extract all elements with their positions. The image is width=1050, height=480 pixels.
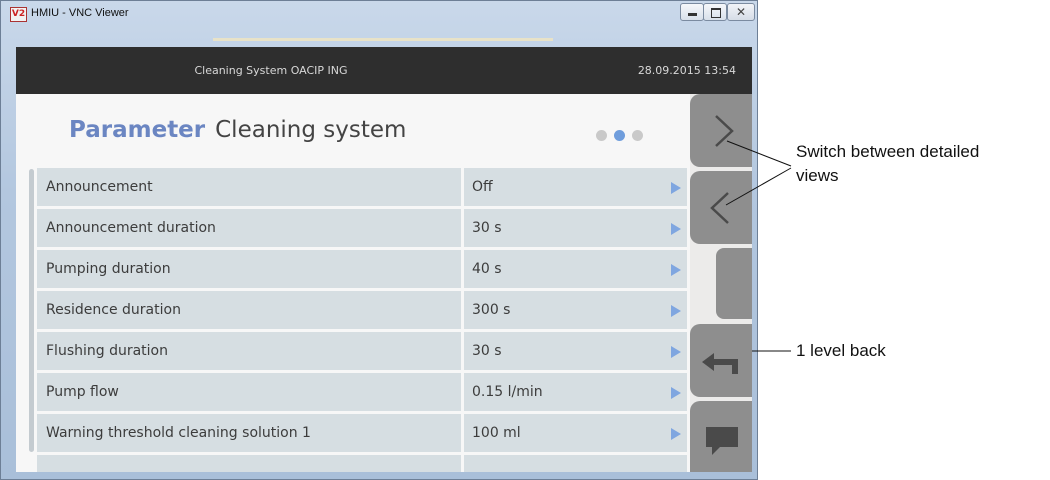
annotation-switch-views-line1: Switch between detailed bbox=[796, 142, 980, 161]
annotation-level-back: 1 level back bbox=[796, 341, 886, 360]
annotation-switch-views-line2: views bbox=[796, 166, 839, 185]
callout-lines bbox=[725, 140, 792, 352]
